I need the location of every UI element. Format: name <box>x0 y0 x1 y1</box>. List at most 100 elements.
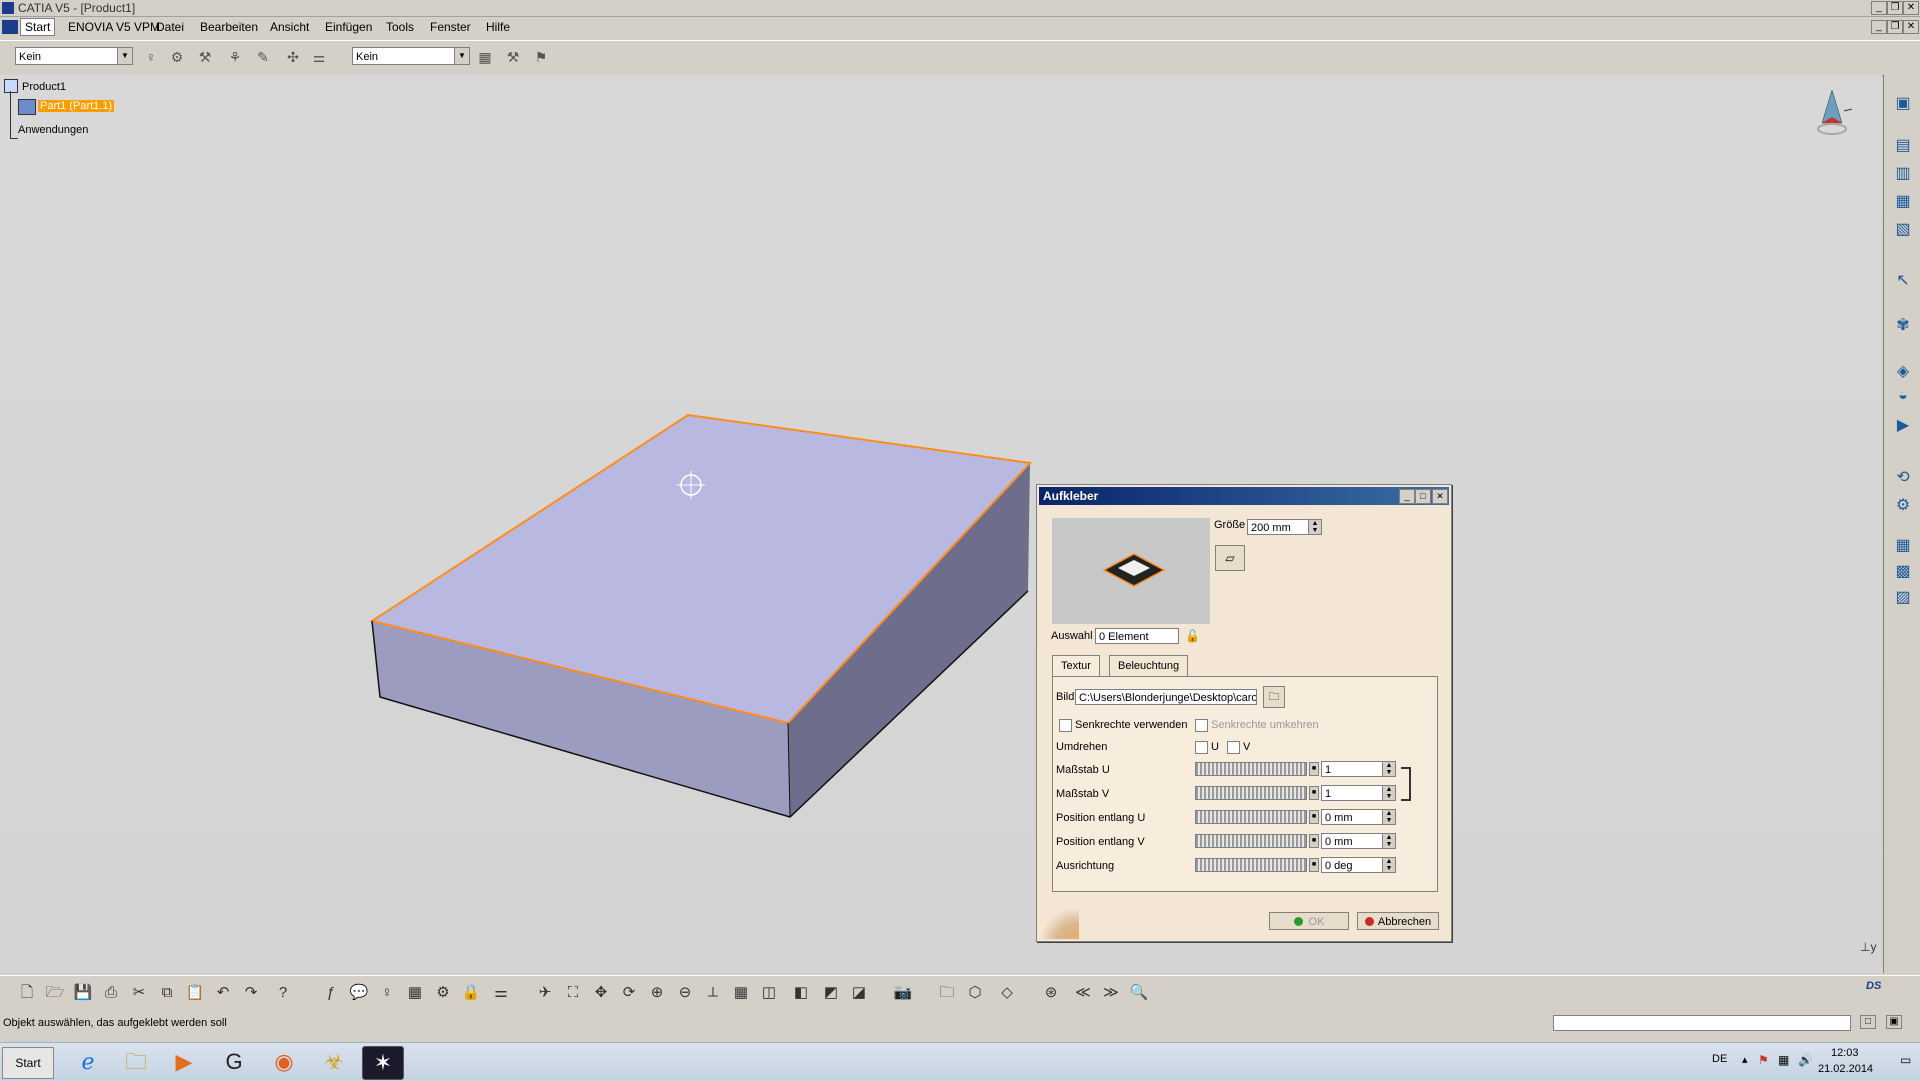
capture-icon[interactable]: 📷 <box>892 982 914 1004</box>
visualization-icon[interactable]: ⚘ <box>224 46 246 68</box>
size-spinner-icon[interactable]: ▲ ▼ <box>1308 519 1322 535</box>
menu-bearbeiten[interactable]: Bearbeiten <box>200 20 258 34</box>
sequence-icon[interactable]: ▩ <box>1892 561 1914 583</box>
menu-datei[interactable]: Datei <box>156 20 184 34</box>
action-center-icon[interactable]: ⚑ <box>1758 1053 1769 1067</box>
menu-hilfe[interactable]: Hilfe <box>486 20 510 34</box>
shading-icon[interactable]: ◧ <box>790 982 812 1004</box>
position-v-spinner-icon[interactable]: ▲ ▼ <box>1382 833 1396 849</box>
color-icon[interactable]: ⚒ <box>502 46 524 68</box>
line-weight-icon[interactable]: ⚌ <box>308 46 330 68</box>
scale-v-spinner-icon[interactable]: ▲ ▼ <box>1382 785 1396 801</box>
tab-texture[interactable]: Textur <box>1052 655 1100 676</box>
cancel-button[interactable]: Abbrechen <box>1357 912 1439 930</box>
ie-icon[interactable]: ℯ <box>68 1046 108 1078</box>
line-type-icon[interactable]: ✣ <box>282 46 304 68</box>
restore-icon[interactable]: ❐ <box>1887 1 1903 15</box>
catia-task-icon[interactable]: ✶ <box>362 1046 404 1080</box>
tree-apps[interactable]: Anwendungen <box>18 124 88 136</box>
size-input[interactable]: 200 mm <box>1247 519 1309 535</box>
scale-u-spinner-icon[interactable]: ▲ ▼ <box>1382 761 1396 777</box>
biohazard-icon[interactable]: ☣ <box>314 1046 354 1078</box>
position-u-slider[interactable] <box>1195 810 1307 824</box>
position-v-slider[interactable] <box>1195 834 1307 848</box>
environment-icon[interactable]: ▥ <box>1892 163 1914 185</box>
scale-v-slider[interactable] <box>1195 786 1307 800</box>
explorer-icon[interactable]: 🗀 <box>116 1046 156 1078</box>
tray-expand-icon[interactable]: ▴ <box>1742 1053 1748 1066</box>
scale-u-slider[interactable] <box>1195 762 1307 776</box>
browse-image-icon[interactable]: 🗀 <box>1263 686 1285 708</box>
properties-icon[interactable]: ⚒ <box>194 46 216 68</box>
animation-icon[interactable]: ⟲ <box>1892 467 1914 489</box>
catalog-browser-icon[interactable]: 🗀 <box>936 982 958 1004</box>
scale-u-slider-button[interactable]: ■ <box>1309 762 1319 776</box>
part-icon[interactable] <box>18 99 36 115</box>
painter-icon[interactable]: ▦ <box>474 46 496 68</box>
scale-link-icon[interactable] <box>1401 767 1411 801</box>
video-icon[interactable]: ▶ <box>1892 415 1914 437</box>
position-v-input[interactable]: 0 mm <box>1321 833 1383 849</box>
next-icon[interactable]: ≫ <box>1100 982 1122 1004</box>
filter-icon[interactable]: ⚙ <box>166 46 188 68</box>
render-icon[interactable]: ▣ <box>1892 93 1914 115</box>
image-path-input[interactable]: C:\Users\Blonderjunge\Desktop\caro.bmp <box>1075 689 1257 705</box>
logitech-icon[interactable]: G <box>214 1046 254 1078</box>
status-btn-1[interactable]: □ <box>1860 1015 1876 1029</box>
scale-v-slider-button[interactable]: ■ <box>1309 786 1319 800</box>
language-indicator[interactable]: DE <box>1712 1053 1727 1065</box>
bulb-icon[interactable]: ♀ <box>140 46 162 68</box>
turntable-icon[interactable]: ◒ <box>1892 385 1914 407</box>
apply-material-icon[interactable]: ✾ <box>1892 315 1914 337</box>
hide-show-icon[interactable]: ◩ <box>820 982 842 1004</box>
zoom-out-icon[interactable]: ⊖ <box>674 982 696 1004</box>
multi-view-icon[interactable]: ▦ <box>730 982 752 1004</box>
redo-icon[interactable]: ↷ <box>240 982 262 1004</box>
layer-combo[interactable]: Kein ▼ <box>15 47 133 65</box>
catalog-icon[interactable]: ⚙ <box>432 982 454 1004</box>
zoom-in-icon[interactable]: ⊕ <box>646 982 668 1004</box>
iso-view-icon[interactable]: ◫ <box>758 982 780 1004</box>
doc-restore-icon[interactable]: ❐ <box>1887 20 1903 34</box>
paste-icon[interactable]: 📋 <box>184 982 206 1004</box>
print-icon[interactable]: ⎙ <box>100 982 122 1004</box>
close-icon[interactable]: ✕ <box>1903 1 1919 15</box>
selection-lock-icon[interactable]: 🔓 <box>1185 629 1200 643</box>
3d-viewport[interactable]: Product1 Part1 (Part1.1) Anwendungen ⊥y <box>0 75 1882 973</box>
part-block[interactable] <box>360 405 1040 825</box>
cut-icon[interactable]: ✂ <box>128 982 150 1004</box>
line-combo[interactable]: Kein ▼ <box>352 47 470 65</box>
formula-icon[interactable]: ƒ <box>320 982 342 1004</box>
chevron-down-icon[interactable]: ▼ <box>454 48 469 64</box>
clock-time[interactable]: 12:03 <box>1831 1047 1859 1059</box>
previous-icon[interactable]: ≪ <box>1072 982 1094 1004</box>
measure-icon[interactable]: ⚌ <box>490 982 512 1004</box>
flip-u-checkbox[interactable] <box>1195 741 1208 754</box>
open-folder-icon[interactable]: 🗁 <box>44 982 66 1004</box>
lock-icon[interactable]: 🔒 <box>460 982 482 1004</box>
clip-icon[interactable]: ▨ <box>1892 587 1914 609</box>
menu-ansicht[interactable]: Ansicht <box>270 20 309 34</box>
show-desktop-icon[interactable]: ▭ <box>1900 1053 1911 1067</box>
position-u-slider-button[interactable]: ■ <box>1309 810 1319 824</box>
position-u-spinner-icon[interactable]: ▲ ▼ <box>1382 809 1396 825</box>
fly-mode-icon[interactable]: ✈ <box>534 982 556 1004</box>
projection-type-icon[interactable]: ▱ <box>1215 545 1245 571</box>
doc-minimize-icon[interactable]: _ <box>1871 20 1887 34</box>
format-icon[interactable]: ⚑ <box>530 46 552 68</box>
help-icon[interactable]: ? <box>272 982 294 1004</box>
fit-all-icon[interactable]: ⛶ <box>562 982 584 1004</box>
use-normal-checkbox[interactable] <box>1059 719 1072 732</box>
dialog-close-icon[interactable]: ✕ <box>1432 489 1448 504</box>
ok-button[interactable]: OK <box>1269 912 1349 930</box>
dialog-maximize-icon[interactable]: □ <box>1415 489 1431 504</box>
compass-icon[interactable] <box>1802 85 1862 145</box>
menu-tools[interactable]: Tools <box>386 20 414 34</box>
status-btn-2[interactable]: ▣ <box>1886 1015 1902 1029</box>
orientation-slider[interactable] <box>1195 858 1307 872</box>
shuttle-icon[interactable]: ⚙ <box>1892 495 1914 517</box>
orientation-spinner-icon[interactable]: ▲ ▼ <box>1382 857 1396 873</box>
rotate-icon[interactable]: ⟳ <box>618 982 640 1004</box>
volume-icon[interactable]: 🔊 <box>1798 1053 1813 1067</box>
flip-v-checkbox[interactable] <box>1227 741 1240 754</box>
